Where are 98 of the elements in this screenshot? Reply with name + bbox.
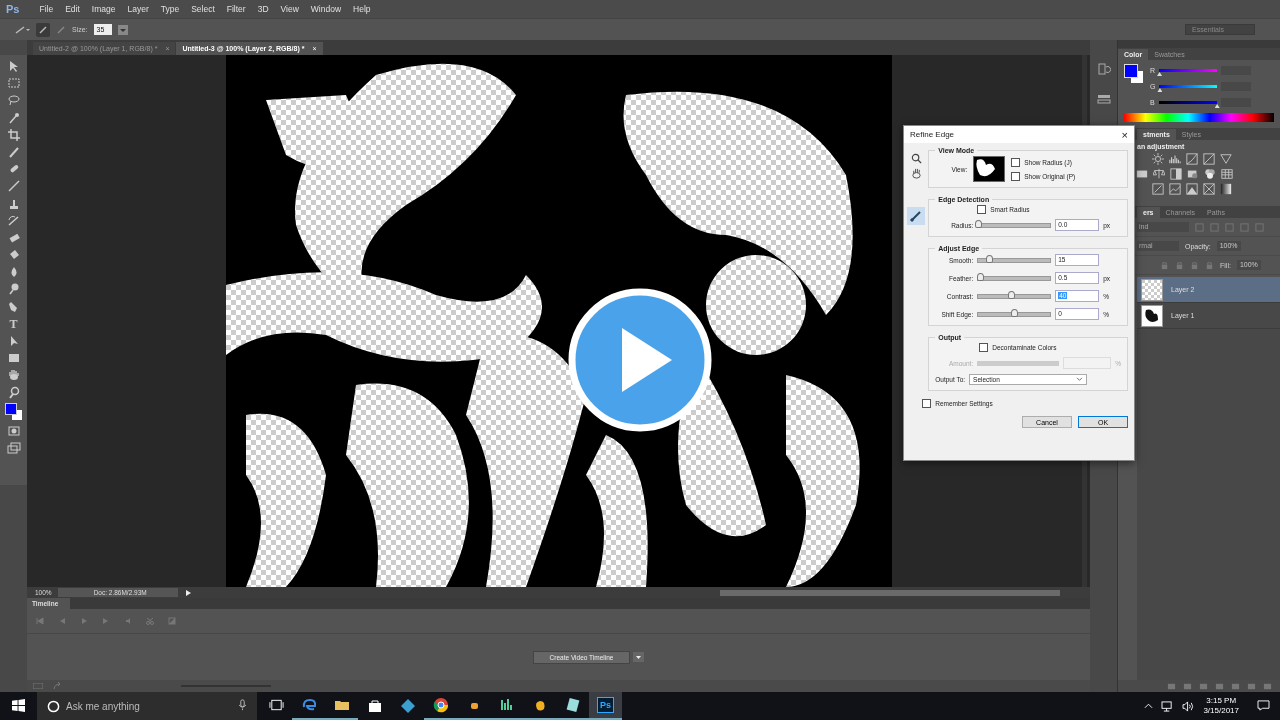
chevron-up-icon[interactable] — [1144, 703, 1154, 709]
brush-preset-icon[interactable] — [14, 24, 30, 35]
slider-thumb[interactable] — [1007, 290, 1015, 299]
color-swatches-icon[interactable] — [1124, 64, 1146, 86]
magic-wand-icon[interactable] — [6, 110, 21, 125]
play-button-icon[interactable] — [568, 288, 712, 432]
slider-thumb[interactable] — [975, 219, 983, 228]
bars-app-icon — [498, 697, 515, 713]
slider-thumb[interactable] — [976, 272, 984, 281]
cross-square-icon[interactable] — [1203, 183, 1215, 195]
color-swatches-icon[interactable] — [4, 402, 23, 421]
refine-brush-icon[interactable] — [909, 209, 924, 223]
quick-mask-icon[interactable] — [6, 423, 21, 438]
volume-icon[interactable] — [1182, 700, 1196, 712]
slider-track[interactable] — [977, 293, 1052, 299]
menu-item[interactable]: Help — [347, 4, 377, 14]
notification-icon[interactable] — [1257, 699, 1270, 711]
slider-thumb[interactable] — [1011, 308, 1019, 317]
layer-thumbnail — [1141, 278, 1163, 301]
invert-icon[interactable] — [1152, 183, 1164, 195]
app-logo: Ps — [597, 697, 614, 713]
eraser-mode-icon[interactable] — [56, 24, 66, 35]
menu-item[interactable]: File — [33, 4, 60, 14]
diamond-app-icon — [399, 698, 416, 714]
checkbox[interactable] — [1011, 157, 1021, 167]
menu-item[interactable]: Layer — [121, 4, 155, 14]
histogram-icon[interactable] — [1169, 153, 1181, 165]
type-tool-glyph[interactable]: T — [9, 316, 18, 331]
slider-track[interactable] — [977, 222, 1052, 228]
threshold-icon[interactable] — [1186, 183, 1198, 195]
channel-value-field[interactable] — [1220, 98, 1251, 107]
exposure-icon[interactable] — [1203, 153, 1215, 165]
marquee-tool-icon[interactable] — [6, 76, 21, 91]
slider-track[interactable] — [977, 311, 1052, 317]
checkbox[interactable] — [922, 399, 932, 408]
half-square-icon[interactable] — [1170, 168, 1182, 180]
app-logo: Ps — [5, 3, 21, 15]
hand-tool-icon[interactable] — [6, 368, 21, 383]
dialog-title: Refine Edge — [910, 130, 955, 139]
clock-date: 3/15/2017 — [1203, 706, 1239, 716]
slider-track[interactable] — [977, 257, 1052, 263]
menu-item[interactable]: Image — [85, 4, 122, 14]
menu-item[interactable]: Select — [185, 4, 221, 14]
properties-panel-icon[interactable] — [1096, 92, 1111, 106]
film-strip-icon[interactable] — [1136, 168, 1148, 180]
zoom-tool-icon[interactable] — [6, 385, 21, 400]
menu-item[interactable]: Type — [154, 4, 186, 14]
three-circles-icon[interactable] — [1204, 168, 1216, 180]
brush-tool-icon[interactable] — [6, 179, 21, 194]
brush-mode-icon[interactable] — [38, 24, 48, 35]
dodge-tool-icon[interactable] — [6, 282, 21, 297]
sun-icon[interactable] — [1152, 153, 1164, 165]
slider-track[interactable] — [977, 275, 1052, 281]
history-brush-icon[interactable] — [6, 213, 21, 228]
slider-thumb[interactable] — [986, 254, 993, 263]
expand-arrow-icon[interactable] — [183, 588, 192, 597]
grid-icon[interactable] — [1221, 168, 1233, 180]
task-view-icon[interactable] — [269, 699, 284, 711]
edge-app-icon — [300, 697, 317, 713]
camera-filter-icon[interactable] — [1187, 168, 1199, 180]
posterize-icon[interactable] — [1169, 183, 1181, 195]
view-preview-dropdown[interactable] — [973, 156, 1006, 182]
windows-logo-icon[interactable] — [12, 698, 25, 712]
crop-tool-icon[interactable] — [6, 127, 21, 142]
close-button[interactable]: × — [1121, 128, 1128, 141]
microphone-icon[interactable] — [238, 699, 247, 711]
color-spectrum[interactable] — [1124, 113, 1274, 122]
chrome-app-icon — [432, 697, 449, 713]
dropdown-icon[interactable] — [117, 24, 128, 35]
menu-item[interactable]: Filter — [220, 4, 252, 14]
checkbox[interactable] — [977, 205, 987, 214]
triangle-icon[interactable] — [1220, 153, 1232, 165]
cortana-circle-icon — [47, 699, 60, 713]
menu-item[interactable]: View — [274, 4, 305, 14]
notepad-app-icon — [564, 697, 581, 713]
menu-item[interactable]: 3D — [251, 4, 275, 14]
store-app-icon — [366, 698, 383, 714]
gradient-square-icon[interactable] — [1220, 183, 1232, 195]
menu-item[interactable]: Edit — [59, 4, 86, 14]
curves-icon[interactable] — [1186, 153, 1198, 165]
scrollbar-thumb[interactable] — [720, 589, 1060, 596]
history-panel-icon[interactable] — [1096, 62, 1111, 76]
balance-scale-icon[interactable] — [1153, 168, 1165, 180]
chevron-down-icon[interactable] — [1076, 377, 1084, 382]
checkbox[interactable] — [1011, 171, 1021, 181]
screen-mode-icon[interactable] — [6, 441, 21, 456]
hand-tool-icon[interactable] — [910, 168, 922, 179]
search-bar[interactable]: Ask me anything — [37, 692, 257, 720]
checkbox[interactable] — [979, 343, 989, 352]
layer-thumbnail — [1141, 304, 1163, 327]
clock-time: 3:15 PM — [1206, 696, 1237, 706]
search-field[interactable]: Ask me anything — [66, 700, 226, 712]
menu-item[interactable]: Window — [304, 4, 348, 14]
dropdown-icon[interactable] — [633, 652, 645, 662]
taskbar-app-button[interactable]: Ps — [589, 692, 622, 720]
lasso-tool-icon[interactable] — [6, 93, 21, 108]
network-icon[interactable] — [1161, 700, 1175, 712]
zoom-tool-icon[interactable] — [910, 153, 922, 164]
